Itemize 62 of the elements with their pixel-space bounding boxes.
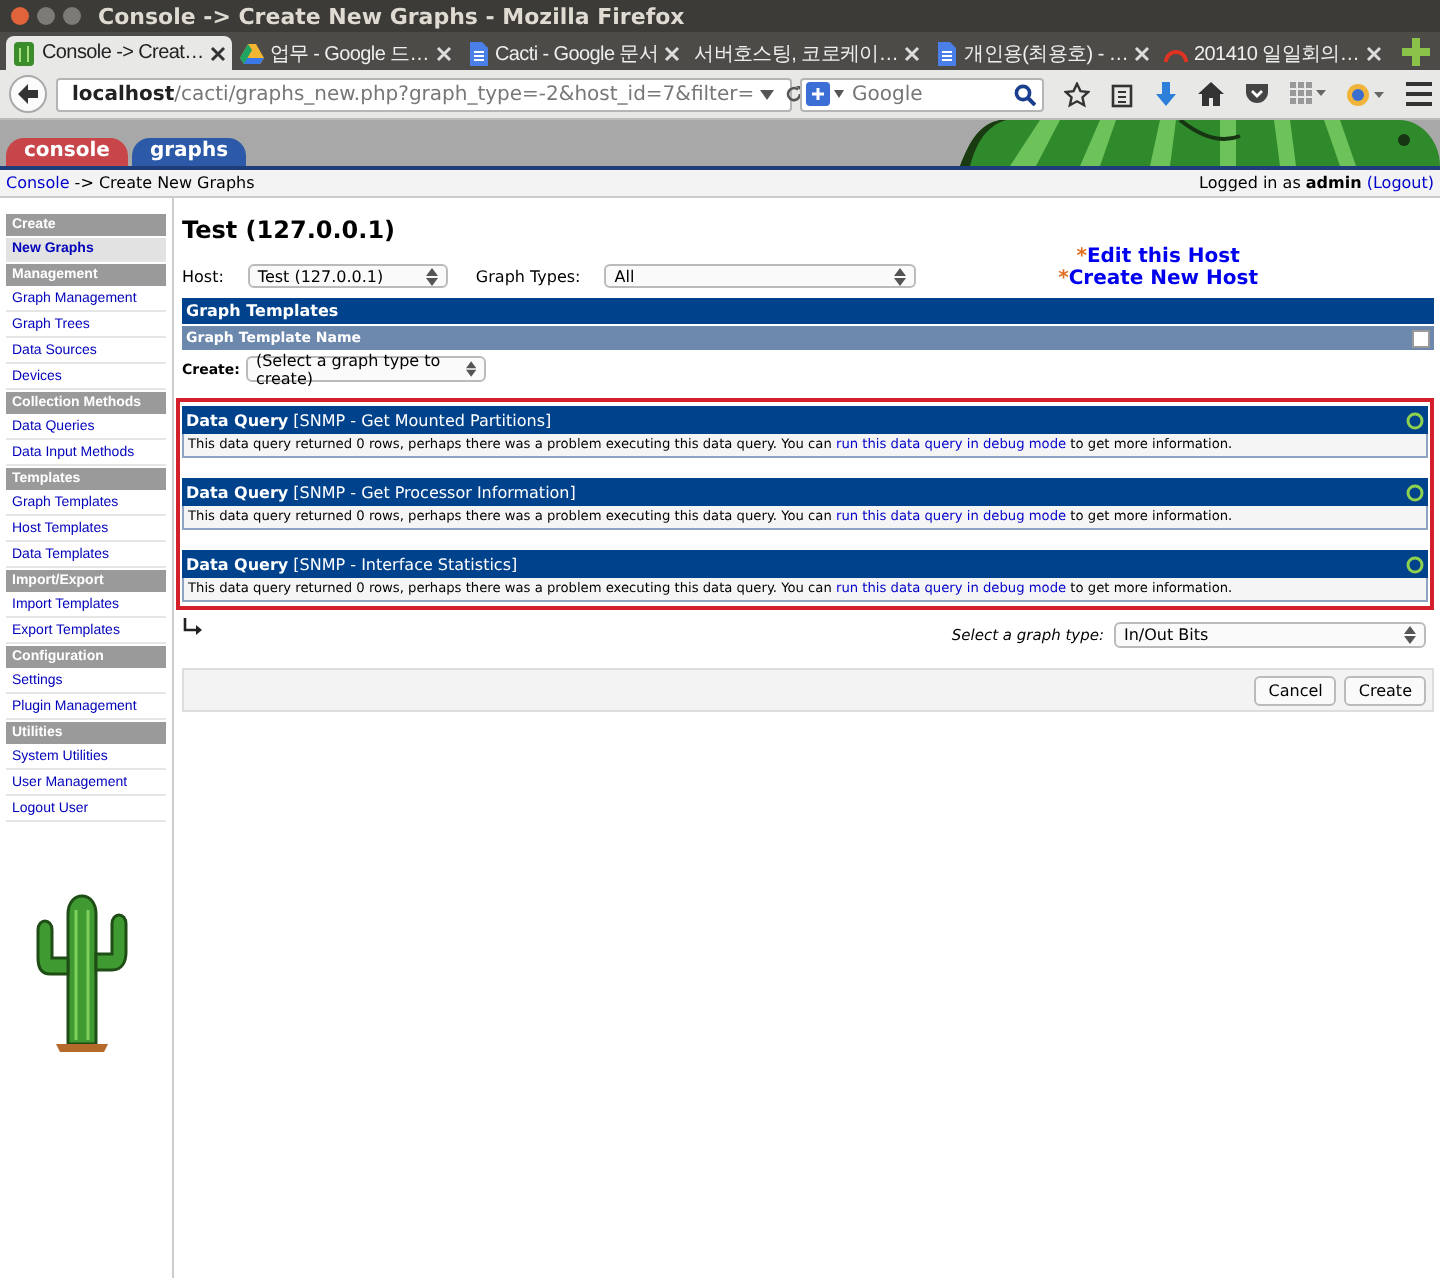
browser-tab[interactable]: Console -> Creat… (6, 36, 232, 70)
select-arrows-icon (465, 360, 476, 378)
cactus-icon (12, 41, 36, 65)
close-window-icon[interactable] (10, 6, 30, 26)
login-status: Logged in as admin (1199, 174, 1362, 192)
star-icon[interactable] (1064, 81, 1090, 107)
browser-tab[interactable]: Cacti - Google 문서 (459, 36, 687, 70)
breadcrumb-text: -> Create New Graphs (72, 174, 255, 192)
select-arrows-icon (425, 267, 438, 285)
grid-icon[interactable] (1290, 82, 1326, 106)
browser-tab[interactable]: 서버호스팅, 코로케이… (688, 36, 927, 70)
query-title: Data Query [SNMP - Get Mounted Partitions] (186, 411, 552, 429)
window-title: Console -> Create New Graphs - Mozilla Firefox (98, 3, 685, 29)
graph-type-select[interactable]: In/Out Bits (1114, 622, 1426, 648)
avatar-icon[interactable] (1346, 81, 1386, 107)
form-button[interactable]: Create (1344, 675, 1426, 705)
menu-icon[interactable] (1406, 82, 1432, 106)
host-select[interactable]: Test (127.0.0.1) (247, 264, 448, 288)
logout-link[interactable]: (Logout) (1366, 174, 1434, 192)
select-arrows-icon (894, 267, 907, 285)
query-title: Data Query [SNMP - Interface Statistics] (186, 555, 518, 573)
minimize-window-icon[interactable] (36, 6, 56, 26)
url-text: localhost/cacti/graphs_new.php?graph_type=-2&host_id=7&filter= (72, 83, 755, 105)
page-title: Test (127.0.0.1) (182, 216, 398, 244)
document-icon (465, 41, 489, 65)
corner-arrow-icon (182, 618, 202, 636)
status-ring-icon (1406, 555, 1424, 573)
home-icon[interactable] (1198, 82, 1224, 106)
asterisk-mark: * (1076, 246, 1087, 268)
download-icon[interactable] (1154, 81, 1178, 107)
status-ring-icon (1406, 483, 1424, 501)
browser-tab[interactable]: 201410 일일회의… (1158, 36, 1388, 70)
asterisk-mark: * (1058, 268, 1069, 290)
app-tab[interactable]: graphs (131, 138, 247, 166)
checkbox[interactable] (1412, 329, 1430, 347)
graph-types-select[interactable]: All (604, 264, 917, 288)
graph-type-select[interactable]: (Select a graph type to create) (245, 356, 486, 382)
browser-tab[interactable]: 업무 - Google 드… (233, 36, 457, 70)
form-button[interactable]: Cancel (1254, 675, 1337, 705)
new-tab-icon[interactable] (1401, 38, 1430, 66)
search-field[interactable]: Google (800, 77, 1044, 111)
back-icon[interactable] (8, 74, 48, 114)
query-title: Data Query [SNMP - Get Processor Information] (186, 483, 576, 501)
select-arrows-icon (1404, 626, 1416, 644)
app-tab[interactable]: console (6, 138, 128, 166)
drive-icon (239, 41, 264, 65)
field-label: Graph Types: (475, 267, 581, 285)
breadcrumb-link[interactable]: Console (6, 174, 70, 192)
close-icon[interactable] (209, 45, 226, 61)
table-title: Graph Templates (182, 298, 1434, 324)
browser-tab[interactable]: 개인용(최용호) - … (928, 36, 1157, 70)
dropdown-icon[interactable] (760, 89, 775, 99)
host-link[interactable]: Create New Host (1068, 268, 1258, 290)
pocket-icon[interactable] (1244, 82, 1270, 106)
status-ring-icon (1406, 411, 1424, 429)
maximize-window-icon[interactable] (62, 6, 82, 26)
document-icon (934, 41, 959, 65)
field-label: Host: (182, 267, 224, 285)
host-link[interactable]: Edit this Host (1086, 246, 1240, 268)
search-engine-icon[interactable] (806, 82, 846, 106)
clipboard-icon[interactable] (1110, 81, 1134, 107)
search-icon[interactable] (1014, 83, 1036, 105)
